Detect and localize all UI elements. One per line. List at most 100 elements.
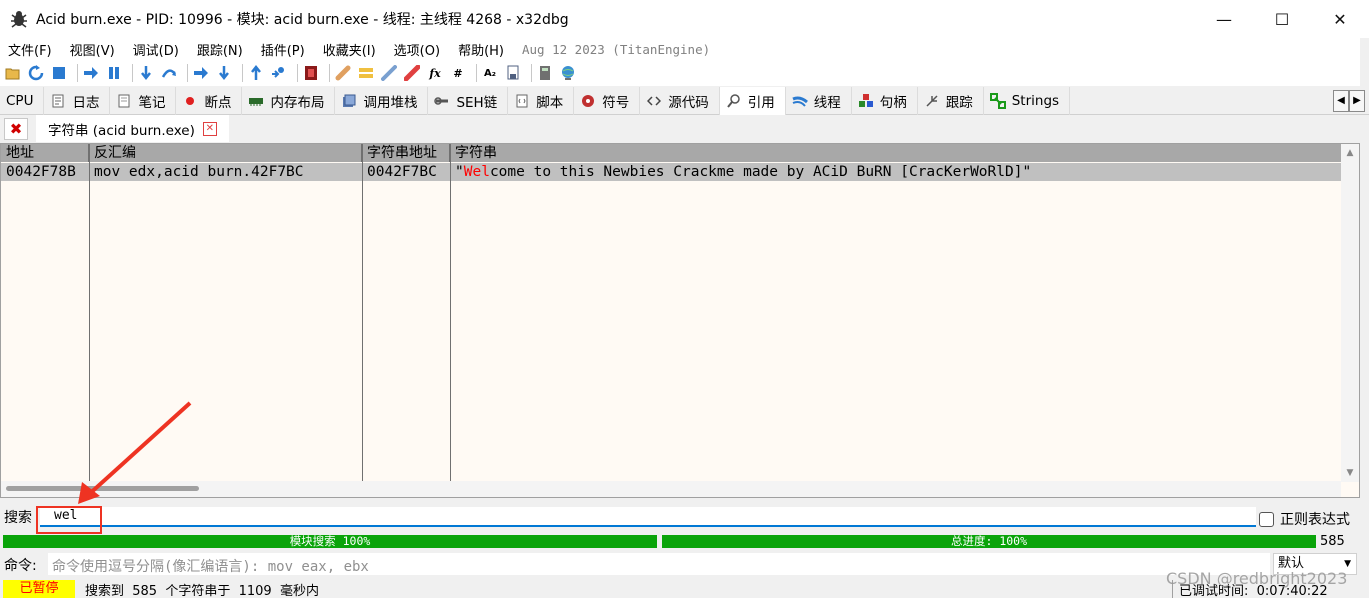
column-address[interactable]: 地址 <box>1 144 89 162</box>
source-icon <box>646 93 662 109</box>
tab-call-stack[interactable]: 调用堆栈 <box>335 86 429 115</box>
labels-icon[interactable] <box>380 64 398 82</box>
breakpoint-icon <box>182 93 198 109</box>
functions-icon[interactable]: fx <box>426 64 444 82</box>
horizontal-scrollbar[interactable] <box>1 481 1341 497</box>
tab-strings-acid-burn[interactable]: 字符串 (acid burn.exe) ✕ <box>36 115 229 142</box>
column-disassembly[interactable]: 反汇编 <box>89 144 362 162</box>
menu-file[interactable]: 文件(F) <box>0 40 62 59</box>
run-icon[interactable] <box>82 64 100 82</box>
table-header: 地址 反汇编 字符串地址 字符串 <box>1 144 1341 162</box>
comments-icon[interactable] <box>357 64 375 82</box>
column-string[interactable]: 字符串 <box>450 144 1341 162</box>
regex-checkbox[interactable]: 正则表达式 <box>1259 509 1350 529</box>
window-title: Acid burn.exe - PID: 10996 - 模块: acid bu… <box>36 12 569 28</box>
x32dbg-bug-icon <box>8 8 30 30</box>
tab-seh[interactable]: SEH链 <box>428 86 509 115</box>
tab-references[interactable]: 引用 <box>719 86 786 115</box>
tab-label: 内存布局 <box>270 94 325 111</box>
maximize-button[interactable]: ☐ <box>1253 0 1311 38</box>
strings-font-icon[interactable]: A₂ <box>481 64 499 82</box>
tab-memory-map[interactable]: 内存布局 <box>242 86 336 115</box>
module-search-progress: 模块搜索 100% <box>3 535 657 548</box>
toolbar-separator <box>531 64 532 82</box>
close-tab-icon[interactable]: ✕ <box>202 121 217 136</box>
tab-label: 线程 <box>813 94 841 111</box>
tab-label: 引用 <box>747 94 775 111</box>
toolbar-separator <box>77 64 78 82</box>
menu-options[interactable]: 选项(O) <box>386 40 450 59</box>
cell-address: 0042F78B <box>6 164 76 180</box>
scylla-icon[interactable] <box>302 64 320 82</box>
table-row[interactable]: 0042F78B mov edx,acid burn.42F7BC 0042F7… <box>1 163 1341 181</box>
command-input[interactable]: 命令使用逗号分隔(像汇编语言): mov eax, ebx <box>48 553 1270 575</box>
stop-icon[interactable] <box>50 64 68 82</box>
close-all-icon[interactable]: ✖ <box>4 117 28 140</box>
menu-view[interactable]: 视图(V) <box>62 40 125 59</box>
menu-favourites[interactable]: 收藏夹(I) <box>315 40 386 59</box>
command-placeholder: 命令使用逗号分隔(像汇编语言): mov eax, ebx <box>52 559 369 575</box>
toolbar-separator <box>297 64 298 82</box>
tab-script[interactable]: 脚本 <box>508 86 575 115</box>
tab-label: 源代码 <box>668 94 709 111</box>
tab-label: 脚本 <box>536 94 564 111</box>
variables-icon[interactable]: # <box>449 64 467 82</box>
run-to-user-code-icon[interactable] <box>270 64 288 82</box>
step-into-icon[interactable] <box>137 64 155 82</box>
document-icon[interactable] <box>504 64 522 82</box>
vertical-scrollbar[interactable]: ▲ ▼ <box>1341 144 1359 482</box>
menu-plugins[interactable]: 插件(P) <box>253 40 315 59</box>
tab-handles[interactable]: 句柄 <box>852 86 918 115</box>
menu-trace[interactable]: 跟踪(N) <box>189 40 253 59</box>
menu-debug[interactable]: 调试(D) <box>125 40 189 59</box>
trace-into-icon[interactable] <box>192 64 210 82</box>
checkbox-box[interactable] <box>1259 511 1274 527</box>
bookmarks-icon[interactable] <box>403 64 421 82</box>
tab-source[interactable]: 源代码 <box>640 86 720 115</box>
tab-scroll-right-icon[interactable]: ▶ <box>1349 89 1365 112</box>
tab-label: Strings <box>1011 92 1060 109</box>
tab-notes[interactable]: 笔记 <box>110 86 177 115</box>
calculator-icon[interactable] <box>536 64 554 82</box>
cell-string-address: 0042F7BC <box>367 164 437 180</box>
restart-icon[interactable] <box>27 64 45 82</box>
scroll-up-icon[interactable]: ▲ <box>1341 144 1359 162</box>
symbols-icon <box>580 93 596 109</box>
tab-label: 调用堆栈 <box>363 94 418 111</box>
tab-label: 句柄 <box>879 94 907 111</box>
pause-icon[interactable] <box>105 64 123 82</box>
module-progress-label: 模块搜索 100% <box>289 534 371 548</box>
close-window-button[interactable]: ✕ <box>1311 0 1369 38</box>
command-row: 命令: 命令使用逗号分隔(像汇编语言): mov eax, ebx 默认 ▼ <box>0 552 1369 576</box>
strings-icon <box>989 92 1006 109</box>
tab-trace[interactable]: 跟踪 <box>918 86 984 115</box>
scroll-down-icon[interactable]: ▼ <box>1341 464 1359 482</box>
globe-icon[interactable] <box>559 64 577 82</box>
cell-string: "Welcome to this Newbies Crackme made by… <box>450 163 1341 181</box>
tab-strings[interactable]: Strings <box>984 86 1071 115</box>
tab-scroll-left-icon[interactable]: ◀ <box>1333 89 1349 112</box>
tab-label: 日志 <box>72 94 100 111</box>
execute-till-return-icon[interactable] <box>247 64 265 82</box>
open-icon[interactable] <box>4 64 22 82</box>
menu-help[interactable]: 帮助(H) <box>450 40 514 59</box>
total-progress: 总进度: 100% <box>662 535 1316 548</box>
column-string-address[interactable]: 字符串地址 <box>362 144 450 162</box>
search-match-highlight: Wel <box>463 164 490 180</box>
step-over-icon[interactable] <box>160 64 178 82</box>
main-tab-bar: CPU 日志 笔记 断点 内存布局 调用堆栈 SEH链 脚本 符号 源代码 引用… <box>0 86 1369 115</box>
string-quote: " <box>455 164 464 180</box>
tab-symbols[interactable]: 符号 <box>574 86 641 115</box>
status-bar: 已暂停 搜索到 585 个字符串于 1109 毫秒内 已调试时间: 0:07:4… <box>0 580 1369 598</box>
tab-label: 笔记 <box>138 94 166 111</box>
tab-label: SEH链 <box>456 94 498 111</box>
patch-icon[interactable] <box>334 64 352 82</box>
trace-over-icon[interactable] <box>215 64 233 82</box>
search-input[interactable]: wel <box>40 507 1256 527</box>
tab-threads[interactable]: 线程 <box>786 86 852 115</box>
subtab-label: 字符串 (acid burn.exe) <box>48 122 195 139</box>
tab-log[interactable]: 日志 <box>44 86 111 115</box>
minimize-button[interactable]: — <box>1195 0 1253 38</box>
tab-breakpoints[interactable]: 断点 <box>176 86 243 115</box>
tab-cpu[interactable]: CPU <box>0 86 45 115</box>
